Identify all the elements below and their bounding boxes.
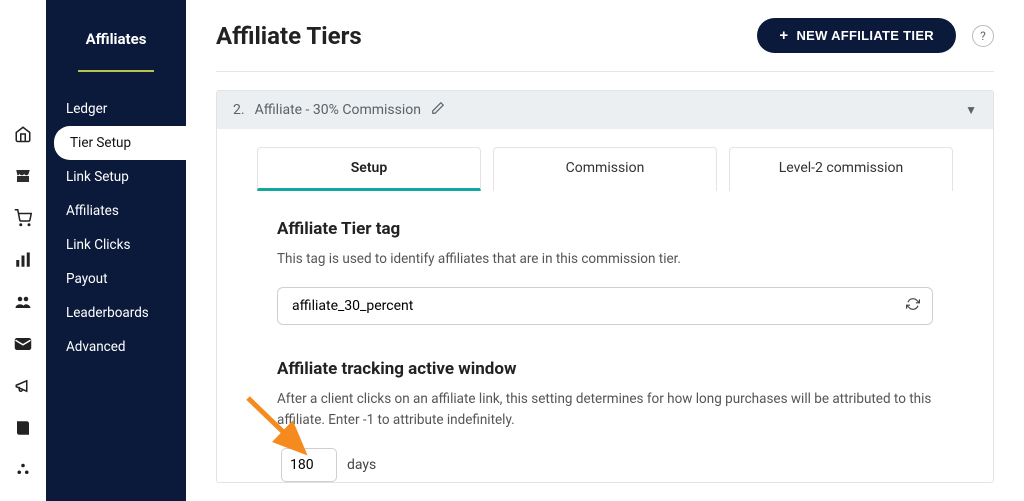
sidebar-item-link-setup[interactable]: Link Setup: [46, 160, 186, 194]
icon-rail: [0, 0, 46, 501]
megaphone-icon[interactable]: [13, 376, 33, 396]
days-row: days: [277, 448, 933, 482]
new-button-label: NEW AFFILIATE TIER: [796, 28, 934, 43]
dots-icon[interactable]: [13, 460, 33, 480]
sidebar-item-payout[interactable]: Payout: [46, 262, 186, 296]
tab-label: Commission: [566, 160, 645, 176]
tier-content: Affiliate Tier tag This tag is used to i…: [217, 191, 993, 482]
affiliate-tag-input[interactable]: [292, 298, 892, 314]
sidebar-item-label: Advanced: [66, 339, 126, 355]
book-icon[interactable]: [13, 418, 33, 438]
tier-number: 2: [233, 102, 245, 118]
tag-input-wrapper: [277, 287, 933, 325]
sidebar-title: Affiliates: [46, 30, 186, 70]
tracking-days-input[interactable]: [281, 448, 337, 482]
new-affiliate-tier-button[interactable]: + NEW AFFILIATE TIER: [757, 18, 956, 53]
plus-icon: +: [779, 28, 788, 43]
sidebar-item-label: Affiliates: [66, 203, 119, 219]
sidebar-item-label: Link Setup: [66, 169, 129, 185]
tier-header-left: 2 Affiliate - 30% Commission: [233, 101, 445, 119]
refresh-icon[interactable]: [906, 297, 920, 315]
sidebar-item-tier-setup[interactable]: Tier Setup: [54, 126, 186, 160]
sidebar-item-link-clicks[interactable]: Link Clicks: [46, 228, 186, 262]
tab-level2-commission[interactable]: Level-2 commission: [729, 147, 953, 191]
mail-icon[interactable]: [13, 334, 33, 354]
cart-icon[interactable]: [13, 208, 33, 228]
tier-tabs: Setup Commission Level-2 commission: [217, 129, 993, 191]
pencil-icon[interactable]: [431, 101, 445, 119]
sidebar-items: Ledger Tier Setup Link Setup Affiliates …: [46, 92, 186, 364]
tag-section-heading: Affiliate Tier tag: [277, 219, 933, 239]
analytics-icon[interactable]: [13, 250, 33, 270]
page-title: Affiliate Tiers: [216, 22, 362, 50]
window-section-heading: Affiliate tracking active window: [277, 359, 933, 379]
tier-card: 2 Affiliate - 30% Commission ▼ Setup Com…: [216, 90, 994, 483]
sidebar-item-ledger[interactable]: Ledger: [46, 92, 186, 126]
days-suffix: days: [347, 457, 376, 473]
sidebar-item-label: Tier Setup: [70, 135, 131, 151]
header-actions: + NEW AFFILIATE TIER ?: [757, 18, 994, 53]
chevron-down-icon: ▼: [965, 103, 977, 117]
tag-section-description: This tag is used to identify affiliates …: [277, 249, 933, 269]
home-icon[interactable]: [13, 124, 33, 144]
people-icon[interactable]: [13, 292, 33, 312]
tier-accordion-header[interactable]: 2 Affiliate - 30% Commission ▼: [217, 91, 993, 129]
sidebar-item-label: Leaderboards: [66, 305, 149, 321]
header-row: Affiliate Tiers + NEW AFFILIATE TIER ?: [216, 18, 994, 72]
sidebar-divider: [78, 70, 154, 72]
sidebar-item-leaderboards[interactable]: Leaderboards: [46, 296, 186, 330]
tab-label: Setup: [351, 160, 387, 176]
sidebar-item-advanced[interactable]: Advanced: [46, 330, 186, 364]
main: Affiliate Tiers + NEW AFFILIATE TIER ? 2…: [186, 0, 1024, 501]
sidebar-item-label: Link Clicks: [66, 237, 130, 253]
sidebar-item-label: Ledger: [66, 101, 107, 117]
window-section-description: After a client clicks on an affiliate li…: [277, 389, 933, 430]
help-button[interactable]: ?: [972, 25, 994, 47]
sidebar-item-label: Payout: [66, 271, 108, 287]
tier-name: Affiliate - 30% Commission: [255, 102, 421, 118]
tab-setup[interactable]: Setup: [257, 147, 481, 191]
sidebar: Affiliates Ledger Tier Setup Link Setup …: [46, 0, 186, 501]
help-icon: ?: [980, 29, 986, 43]
sidebar-item-affiliates[interactable]: Affiliates: [46, 194, 186, 228]
store-icon[interactable]: [13, 166, 33, 186]
tab-commission[interactable]: Commission: [493, 147, 717, 191]
tab-label: Level-2 commission: [779, 160, 903, 176]
